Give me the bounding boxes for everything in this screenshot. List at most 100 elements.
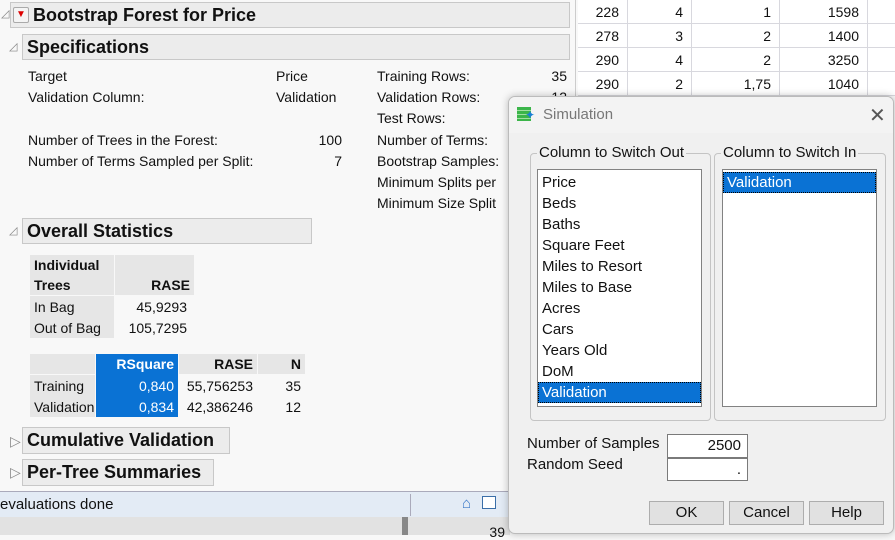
table-cell[interactable]: 1400 [780, 24, 868, 48]
dialog-title-bar[interactable]: ✦ Simulation ✕ [509, 97, 893, 133]
cell-value: 0,840 [138, 378, 174, 394]
spec-label: Minimum Splits per [377, 174, 497, 190]
table-row[interactable]: 278 3 2 1400 [578, 24, 895, 48]
cumulative-validation-header[interactable]: Cumulative Validation [22, 427, 230, 454]
spec-label: Number of Terms: [377, 132, 488, 148]
list-item[interactable]: Validation [723, 172, 876, 193]
row-label: Validation [34, 399, 95, 415]
dialog-title: Simulation [543, 106, 614, 123]
table-cell[interactable]: 2 [692, 48, 780, 72]
switch-out-list[interactable]: Price Beds Baths Square Feet Miles to Resort… [537, 169, 702, 407]
number-of-samples-input[interactable]: 2500 [667, 434, 748, 458]
cell-value: 12 [285, 399, 301, 415]
table-cell[interactable]: 4 [628, 48, 692, 72]
seed-label: Random Seed [527, 456, 623, 473]
report-title-text: Bootstrap Forest for Price [33, 5, 257, 25]
table-row[interactable]: 228 4 1 1598 [578, 0, 895, 24]
table-cell: 39 [489, 524, 505, 540]
list-item[interactable]: Beds [538, 193, 701, 214]
list-item[interactable]: Price [538, 172, 701, 193]
table-row[interactable]: 290 2 1,75 1040 [578, 72, 895, 96]
table-header [30, 354, 95, 374]
outline-toggle-icon[interactable]: ◿ [1, 7, 9, 20]
divider [575, 0, 576, 100]
list-item[interactable]: Miles to Base [538, 277, 701, 298]
spec-label: Target [28, 68, 67, 84]
table-header: N [258, 354, 305, 374]
row-label: Training [34, 378, 85, 394]
table-cell[interactable]: 2 [692, 24, 780, 48]
list-item[interactable]: Square Feet [538, 235, 701, 256]
cell-value: 35 [285, 378, 301, 394]
table-cell[interactable]: 1040 [780, 72, 868, 96]
collapse-icon[interactable]: ◿ [9, 224, 17, 237]
per-tree-summaries-header[interactable]: Per-Tree Summaries [22, 459, 214, 486]
list-item[interactable]: DoM [538, 361, 701, 382]
close-icon[interactable]: ✕ [869, 103, 886, 128]
table-cell[interactable]: 3 [628, 24, 692, 48]
red-triangle-menu-icon[interactable]: ▼ [13, 7, 29, 23]
home-icon[interactable]: ⌂ [462, 495, 471, 512]
group-label: Column to Switch Out [537, 144, 687, 161]
simulation-dialog: ✦ Simulation ✕ Column to Switch Out Pric… [508, 96, 894, 534]
collapse-icon[interactable]: ◿ [9, 40, 17, 53]
switch-in-list[interactable]: Validation [722, 169, 877, 407]
cell-value: 0,834 [138, 399, 174, 415]
list-item[interactable]: Miles to Resort [538, 256, 701, 277]
samples-label: Number of Samples [527, 435, 660, 452]
table-cell[interactable]: 290 [578, 48, 628, 72]
table-cell[interactable]: 278 [578, 24, 628, 48]
row-label: Out of Bag [34, 320, 101, 336]
help-button[interactable]: Help [809, 501, 884, 525]
cell-value: 105,7295 [128, 320, 187, 336]
spec-label: Number of Terms Sampled per Split: [28, 153, 254, 169]
spec-label: Bootstrap Samples: [377, 153, 500, 169]
list-item[interactable]: Acres [538, 298, 701, 319]
cancel-button[interactable]: Cancel [729, 501, 804, 525]
cell-value: 42,386246 [186, 399, 253, 415]
spec-label: Minimum Size Split [377, 195, 497, 211]
table-cell[interactable]: 1,75 [692, 72, 780, 96]
ok-button[interactable]: OK [649, 501, 724, 525]
row-label: In Bag [34, 299, 75, 315]
spec-label: Validation Column: [28, 89, 145, 105]
table-header: Individual Trees [30, 255, 114, 295]
switch-in-group: Column to Switch In Validation [714, 144, 886, 421]
specifications-header[interactable]: Specifications [22, 34, 570, 60]
table-cell[interactable]: 290 [578, 72, 628, 96]
spec-value: Price [276, 68, 308, 84]
table-cell[interactable]: 2 [628, 72, 692, 96]
expand-icon[interactable]: ▷ [10, 464, 21, 481]
status-bar: evaluations done ⌂ [0, 491, 510, 517]
cell-value: 55,756253 [186, 378, 253, 394]
table-cell[interactable]: 1598 [780, 0, 868, 24]
table-header: RASE [179, 354, 257, 374]
list-item[interactable]: Baths [538, 214, 701, 235]
spec-value: 100 [318, 132, 342, 148]
table-cell[interactable]: 4 [628, 0, 692, 24]
spec-label: Validation Rows: [377, 89, 481, 105]
list-item[interactable]: Years Old [538, 340, 701, 361]
table-row[interactable]: 290 4 2 3250 [578, 48, 895, 72]
switch-out-group: Column to Switch Out Price Beds Baths Squar… [530, 144, 711, 421]
table-cell[interactable]: 228 [578, 0, 628, 24]
random-seed-input[interactable]: . [667, 458, 748, 481]
spec-value: 7 [334, 153, 342, 169]
report-title[interactable]: ▼ Bootstrap Forest for Price [10, 2, 570, 28]
table-cell[interactable]: 1 [692, 0, 780, 24]
spec-value: Validation [276, 89, 337, 105]
simulation-app-icon: ✦ [517, 107, 535, 121]
data-table-icon[interactable] [482, 496, 496, 509]
spec-label: Number of Trees in the Forest: [28, 132, 218, 148]
list-item[interactable]: Validation [538, 382, 701, 403]
spec-label: Test Rows: [377, 110, 446, 126]
scroll-area [0, 517, 510, 535]
overall-statistics-header[interactable]: Overall Statistics [22, 218, 312, 244]
table-cell[interactable]: 3250 [780, 48, 868, 72]
table-header: RASE [115, 255, 194, 295]
expand-icon[interactable]: ▷ [10, 433, 21, 450]
cell-value: 45,9293 [136, 299, 187, 315]
list-item[interactable]: Cars [538, 319, 701, 340]
spec-label: Training Rows: [377, 68, 470, 84]
group-label: Column to Switch In [721, 144, 859, 161]
